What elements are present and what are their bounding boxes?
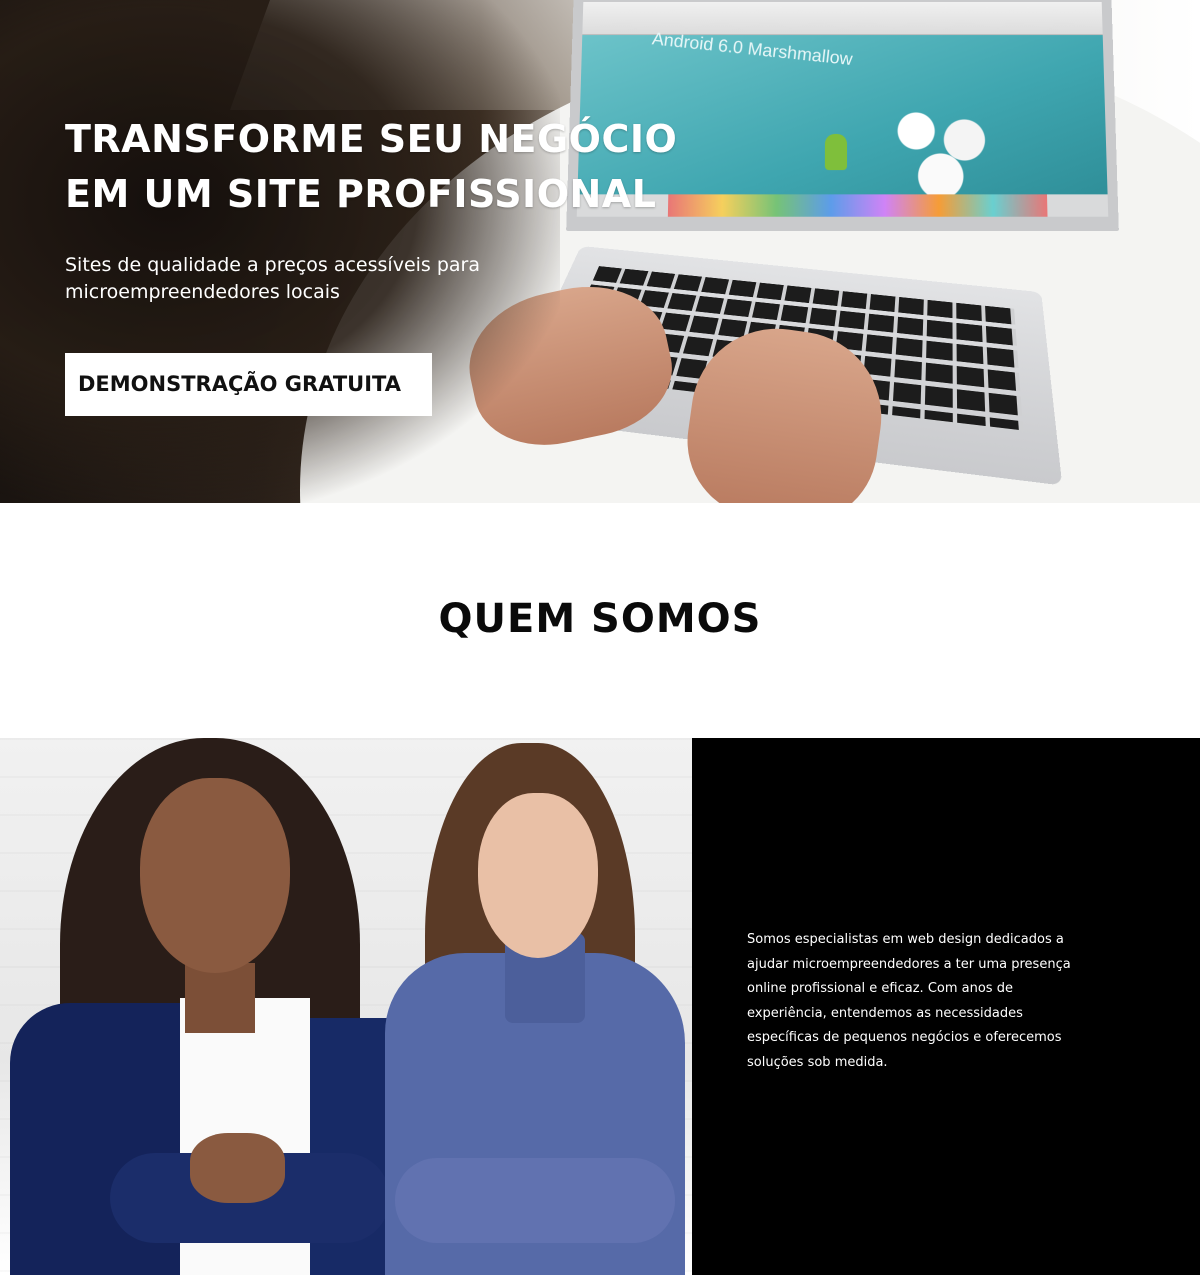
woman-2-face [478,793,598,958]
woman-2-crossed-arms [395,1158,675,1243]
marshmallow-stack [879,104,1002,195]
hero-section: Android 6.0 Marshmallow TRANSFORME SEU N… [0,0,1200,503]
hero-title: TRANSFORME SEU NEGÓCIO EM UM SITE PROFIS… [65,117,678,216]
laptop-dock [667,194,1048,217]
woman-1-neck [185,963,255,1033]
about-text-panel: Somos especialistas em web design dedica… [692,738,1200,1275]
hero-subtitle: Sites de qualidade a preços acessíveis p… [65,254,481,303]
about-description: Somos especialistas em web design dedica… [747,932,1071,1070]
about-title: QUEM SOMOS [438,596,762,642]
woman-1-hand [190,1133,285,1203]
team-photo [0,738,692,1275]
android-mascot-icon [824,133,848,171]
hero-content: TRANSFORME SEU NEGÓCIO EM UM SITE PROFIS… [65,112,705,416]
laptop-screen-title: Android 6.0 Marshmallow [650,28,854,69]
woman-1-face [140,778,290,973]
free-demo-button[interactable]: DEMONSTRAÇÃO GRATUITA [65,353,432,416]
